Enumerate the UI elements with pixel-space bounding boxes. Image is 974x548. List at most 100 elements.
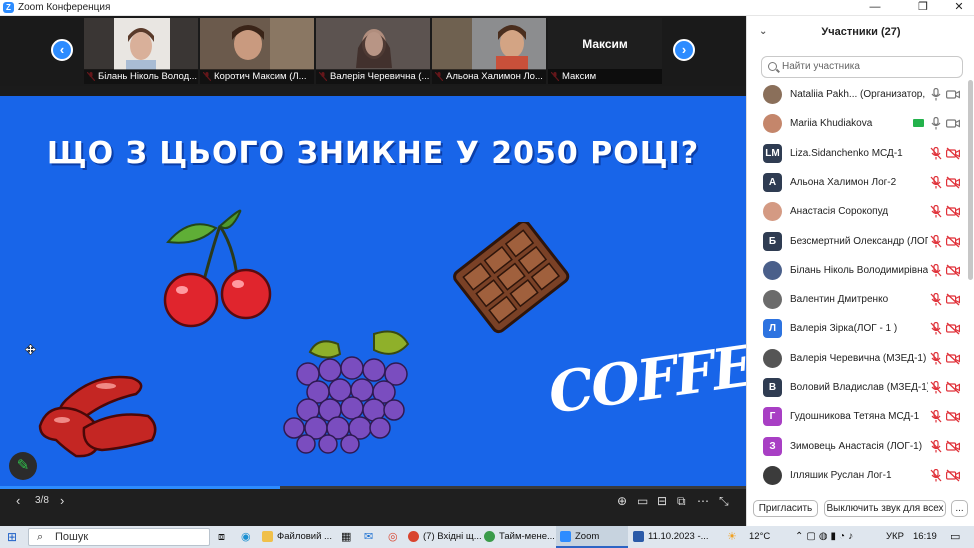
muted-mic-icon[interactable]	[930, 322, 942, 335]
keyboard-language[interactable]: УКР	[886, 526, 904, 548]
muted-mic-icon[interactable]	[930, 410, 942, 423]
participant-search-input[interactable]: Найти участника	[761, 56, 963, 78]
taskbar-app-word[interactable]: 11.10.2023 -...	[633, 526, 715, 548]
muted-mic-icon[interactable]	[930, 234, 942, 248]
video-off-icon[interactable]	[946, 147, 960, 160]
annotate-pen-button[interactable]: ✎	[9, 452, 37, 480]
muted-mic-icon[interactable]	[930, 381, 942, 394]
taskbar-search-input[interactable]: ⌕ Пошук	[28, 528, 210, 546]
avatar: Г	[763, 407, 782, 427]
avatar: LM	[763, 143, 782, 163]
participant-row[interactable]: Nataliia Pakh... (Организатор, я)	[747, 80, 967, 109]
video-icon[interactable]	[946, 88, 960, 101]
remote-control-icon[interactable]: ⊟	[657, 489, 667, 526]
minimize-button[interactable]: —	[860, 0, 890, 16]
more-options-icon[interactable]: ⋯	[697, 489, 709, 526]
participant-row[interactable]: Л Валерія Зірка(ЛОГ - 1 )	[747, 314, 967, 343]
muted-mic-icon[interactable]	[930, 468, 942, 482]
video-off-icon[interactable]	[946, 469, 960, 482]
windows-start-icon[interactable]: ⊞	[7, 526, 17, 548]
muted-mic-icon[interactable]	[930, 351, 942, 365]
video-off-icon[interactable]	[946, 205, 960, 218]
muted-mic-icon[interactable]	[930, 293, 942, 306]
participant-name: Валентин Дмитренко	[790, 294, 889, 306]
chrome-icon	[408, 530, 419, 542]
chrome-icon[interactable]: ◎	[388, 526, 398, 548]
video-off-icon[interactable]	[946, 440, 960, 453]
mute-all-button[interactable]: Выключить звук для всех	[824, 500, 946, 517]
chevron-down-icon[interactable]: ⌄	[759, 16, 767, 48]
video-off-icon[interactable]	[946, 352, 960, 365]
video-icon[interactable]	[946, 117, 960, 130]
participant-row[interactable]: З Зимовець Анастасія (ЛОГ-1)	[747, 432, 967, 461]
avatar	[763, 85, 782, 104]
previous-slide-button[interactable]: ‹	[16, 489, 20, 526]
weather-icon[interactable]: ☀	[727, 526, 737, 548]
video-thumbnail[interactable]: Білань Ніколь Волод...	[84, 18, 198, 84]
muted-mic-icon[interactable]	[930, 205, 942, 218]
video-off-icon[interactable]	[946, 322, 960, 335]
video-thumbnail[interactable]: Коротич Максим (Л...	[200, 18, 314, 84]
slide-controls-bar: ‹ 3/8 › ⊕ ▭ ⊟ ⧉ ⋯ ⤡	[0, 489, 746, 526]
muted-mic-icon[interactable]	[930, 439, 942, 453]
view-options-icon[interactable]: ⧉	[677, 489, 686, 526]
invite-button[interactable]: Пригласить	[753, 500, 818, 517]
taskbar-app-inbox[interactable]: (7) Вхідні щ...	[408, 526, 482, 548]
taskbar-app-file-explorer[interactable]: Файловий ...	[262, 526, 334, 548]
mail-icon[interactable]: ✉	[364, 526, 373, 548]
participant-row[interactable]: Анастасія Сорокопуд	[747, 197, 967, 226]
video-off-icon[interactable]	[946, 410, 960, 423]
clock-time[interactable]: 16:19	[913, 526, 937, 548]
thumbnail-name: Альона Халимон Ло...	[432, 69, 546, 84]
zoom-in-icon[interactable]: ⊕	[617, 489, 627, 526]
captions-icon[interactable]: ▭	[637, 489, 648, 526]
participant-row[interactable]: Ілляшик Руслан Лог-1	[747, 461, 967, 486]
close-button[interactable]: ✕	[944, 0, 974, 16]
participants-scrollbar[interactable]	[968, 80, 973, 280]
video-off-icon[interactable]	[946, 293, 960, 306]
exit-fullscreen-icon[interactable]: ⤡	[719, 489, 729, 526]
video-off-icon[interactable]	[946, 264, 960, 277]
thumbnail-name: Коротич Максим (Л...	[200, 69, 314, 84]
notifications-icon[interactable]: ▭	[950, 526, 960, 548]
participant-name: Зимовець Анастасія (ЛОГ-1)	[790, 440, 923, 452]
participant-row[interactable]: Mariia Khudiakova	[747, 109, 967, 138]
participant-row[interactable]: Г Гудошникова Тетяна МСД-1	[747, 402, 967, 431]
maximize-button[interactable]: ❐	[908, 0, 938, 16]
mic-icon[interactable]	[930, 88, 942, 101]
video-off-icon[interactable]	[946, 176, 960, 189]
video-thumbnail[interactable]: Максим Максим	[548, 18, 662, 84]
screen-share-icon	[913, 119, 924, 128]
previous-page-button[interactable]: ‹	[51, 39, 73, 61]
participant-row[interactable]: В Воловий Владислав (МЗЕД-1)	[747, 373, 967, 402]
next-slide-button[interactable]: ›	[60, 489, 64, 526]
video-off-icon[interactable]	[946, 381, 960, 394]
participant-row[interactable]: А Альона Халимон Лог-2	[747, 168, 967, 197]
participant-video	[200, 18, 314, 70]
video-thumbnail[interactable]: Валерія Черевична (...	[316, 18, 430, 84]
participant-row[interactable]: Білань Ніколь Володимирівна ...	[747, 256, 967, 285]
participant-row[interactable]: Валерія Черевична (МЗЕД-1)	[747, 344, 967, 373]
calculator-icon[interactable]: ▦	[341, 526, 351, 548]
video-thumbnail[interactable]: Альона Халимон Ло...	[432, 18, 546, 84]
video-off-icon[interactable]	[946, 235, 960, 248]
thumbnail-name: Валерія Черевична (...	[316, 69, 430, 84]
taskbar-app-time-management[interactable]: Тайм-мене...	[484, 526, 554, 548]
muted-mic-icon[interactable]	[930, 175, 942, 189]
taskbar-app-zoom[interactable]: Zoom	[556, 526, 628, 548]
muted-mic-icon[interactable]	[930, 263, 942, 277]
participant-row[interactable]: LM Liza.Sidanchenko МСД-1	[747, 139, 967, 168]
title-bar: Z Zoom Конференция — ❐ ✕	[0, 0, 974, 16]
participant-name: Liza.Sidanchenko МСД-1	[790, 147, 903, 159]
next-page-button[interactable]: ›	[673, 39, 695, 61]
zoom-window: Z Zoom Конференция — ❐ ✕ ‹ Білань Ніколь…	[0, 0, 974, 548]
task-view-icon[interactable]: ⧈	[218, 526, 225, 548]
edge-icon[interactable]: ◉	[241, 526, 251, 548]
participant-row[interactable]: Б Безсмертний Олександр (ЛОГ...	[747, 227, 967, 256]
participant-row[interactable]: Валентин Дмитренко	[747, 285, 967, 314]
system-tray-icons[interactable]: ⌃▢◍▮◔♪	[795, 526, 856, 548]
thumbnail-name: Максим	[548, 69, 662, 84]
muted-mic-icon[interactable]	[930, 146, 942, 160]
mic-icon[interactable]	[930, 117, 942, 130]
panel-more-button[interactable]: ...	[951, 500, 968, 517]
